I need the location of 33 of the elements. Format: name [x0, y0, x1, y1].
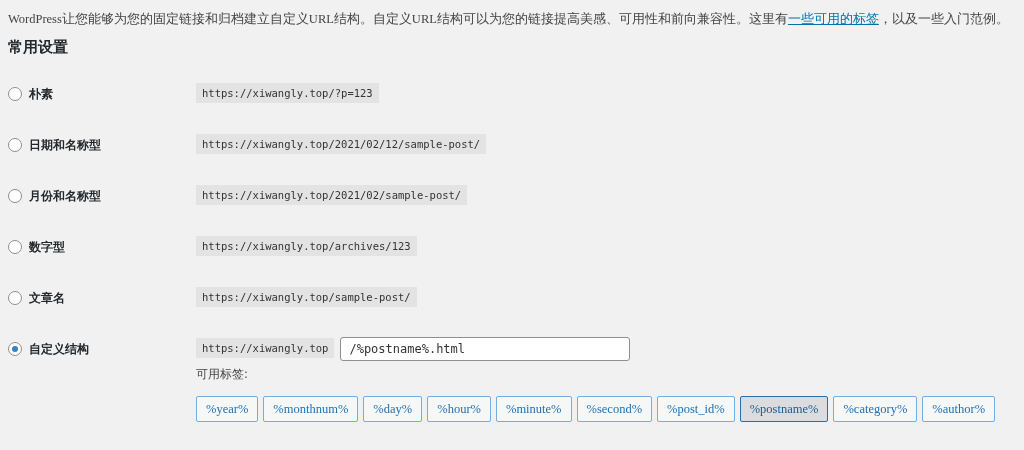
radio-button[interactable]: [8, 87, 22, 101]
radio-button[interactable]: [8, 291, 22, 305]
radio-button[interactable]: [8, 138, 22, 152]
tag-button[interactable]: %post_id%: [657, 396, 735, 422]
tag-button[interactable]: %postname%: [739, 396, 829, 422]
radio-button[interactable]: [8, 240, 22, 254]
radio-button[interactable]: [8, 189, 22, 203]
tag-button[interactable]: %hour%: [427, 396, 491, 422]
structure-field[interactable]: /%postname%.html: [340, 337, 631, 361]
url-example: https://xiwangly.top/2021/02/sample-post/: [196, 185, 468, 205]
url-example: https://xiwangly.top/sample-post/: [196, 287, 417, 307]
option-label[interactable]: 月份和名称型: [29, 187, 101, 205]
url-example: https://xiwangly.top/archives/123: [196, 236, 417, 256]
option-label[interactable]: 自定义结构: [29, 340, 89, 358]
tag-button[interactable]: %monthnum%: [263, 396, 359, 422]
option-label[interactable]: 朴素: [29, 85, 53, 103]
section-heading: 常用设置: [8, 38, 69, 58]
option-label[interactable]: 文章名: [29, 289, 65, 307]
tag-button[interactable]: %author%: [922, 396, 996, 422]
tag-button[interactable]: %category%: [833, 396, 918, 422]
radio-button[interactable]: [8, 342, 22, 356]
tag-button[interactable]: %second%: [576, 396, 653, 422]
tags-link[interactable]: 一些可用的标签: [787, 12, 879, 26]
url-example: https://xiwangly.top/?p=123: [196, 83, 379, 103]
tags-label: 可用标签:: [196, 367, 249, 382]
url-prefix: https://xiwangly.top: [196, 338, 335, 358]
option-label[interactable]: 数字型: [29, 238, 65, 256]
option-label[interactable]: 日期和名称型: [29, 136, 101, 154]
tag-button[interactable]: %day%: [363, 396, 423, 422]
url-example: https://xiwangly.top/2021/02/12/sample-post/: [196, 134, 487, 154]
intro-text: WordPress让您能够为您的固定链接和归档建立自定义URL结构。自定义URL结构可以为您的链接提高美感、可用性和前向兼容性。这里有一些可用的标签，以及一些入门范例。: [8, 11, 1010, 28]
tag-button[interactable]: %year%: [196, 396, 259, 422]
tag-button[interactable]: %minute%: [495, 396, 572, 422]
